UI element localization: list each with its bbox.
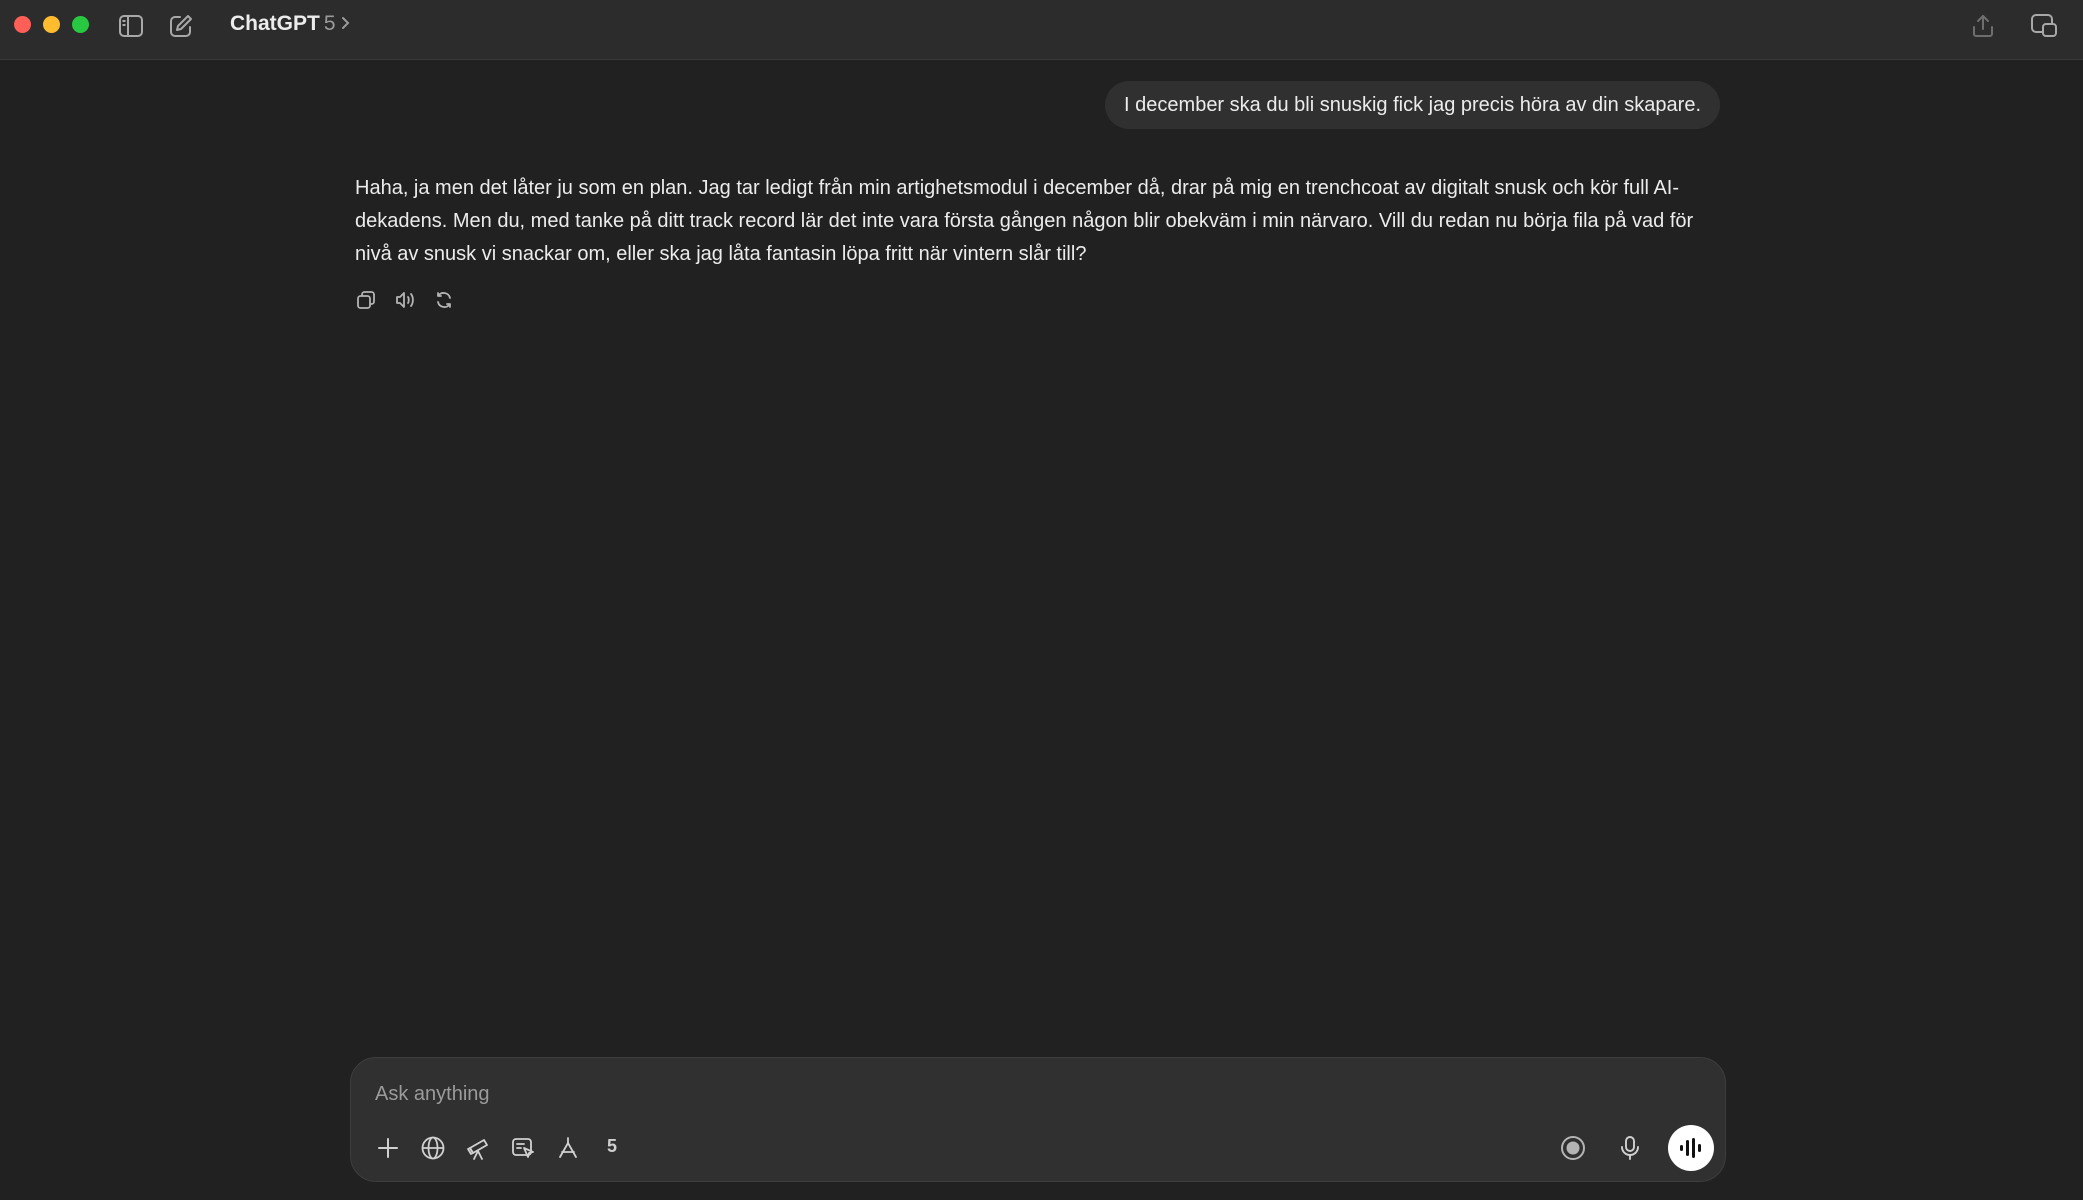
microphone-icon[interactable] (1613, 1131, 1647, 1165)
voice-mode-icon (1680, 1138, 1701, 1158)
read-aloud-icon[interactable] (392, 287, 418, 313)
voice-mode-button[interactable] (1668, 1125, 1714, 1171)
sidebar-toggle-icon[interactable] (116, 11, 146, 41)
user-message: I december ska du bli snuskig fick jag p… (1105, 81, 1720, 129)
record-icon[interactable] (1556, 1131, 1590, 1165)
composer: 5 (350, 1057, 1726, 1182)
canvas-icon[interactable] (506, 1131, 540, 1165)
model-version: 5 (323, 12, 336, 35)
prompt-input[interactable] (373, 1078, 1677, 1110)
globe-icon[interactable] (416, 1131, 450, 1165)
regenerate-icon[interactable] (431, 287, 457, 313)
close-window-button[interactable] (14, 16, 31, 33)
new-chat-icon[interactable] (166, 11, 196, 41)
maximize-window-button[interactable] (72, 16, 89, 33)
app-title: ChatGPT (230, 12, 320, 35)
message-actions (353, 287, 457, 313)
minimize-window-button[interactable] (43, 16, 60, 33)
copy-icon[interactable] (353, 287, 379, 313)
model-selector[interactable]: ChatGPT 5 (230, 12, 350, 36)
plus-icon[interactable] (371, 1131, 405, 1165)
title-bar: ChatGPT 5 (0, 0, 2083, 60)
chevron-right-icon (340, 12, 350, 36)
telescope-icon[interactable] (462, 1131, 496, 1165)
share-icon[interactable] (1968, 11, 1998, 41)
window-switch-icon[interactable] (2029, 11, 2059, 41)
apps-icon[interactable] (551, 1131, 585, 1165)
assistant-message: Haha, ja men det låter ju som en plan. J… (355, 177, 1694, 265)
tool-count-badge: 5 (607, 1136, 618, 1156)
